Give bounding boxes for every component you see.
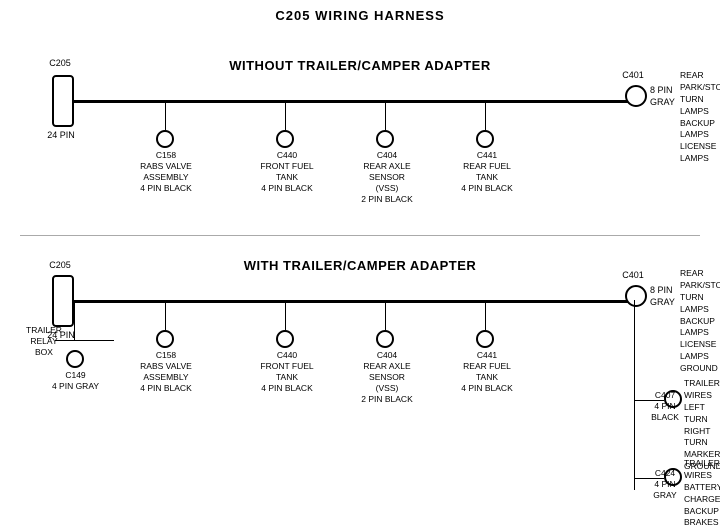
- c149-label: C1494 PIN GRAY: [48, 370, 103, 392]
- c441-top-vline: [485, 102, 486, 130]
- c158-top-label: C158RABS VALVEASSEMBLY4 PIN BLACK: [132, 150, 200, 194]
- c440-top-connector: [276, 130, 294, 148]
- c407-label: C4074 PINBLACK: [648, 390, 682, 423]
- top-section-label: WITHOUT TRAILER/CAMPER ADAPTER: [130, 58, 590, 73]
- c401-bottom-connector: [625, 285, 647, 307]
- c205-top-connector: [52, 75, 74, 127]
- c404-top-label: C404REAR AXLESENSOR(VSS)2 PIN BLACK: [353, 150, 421, 205]
- c441-top-label: C441REAR FUELTANK4 PIN BLACK: [454, 150, 520, 194]
- bottom-main-hline: [74, 300, 634, 303]
- c205-top-pin: 24 PIN: [38, 130, 84, 142]
- c404-top-connector: [376, 130, 394, 148]
- c440-bottom-vline: [285, 302, 286, 330]
- c441-bottom-label: C441REAR FUELTANK4 PIN BLACK: [454, 350, 520, 394]
- c404-bottom-connector: [376, 330, 394, 348]
- trailer-relay-label: TRAILERRELAYBOX: [16, 325, 72, 358]
- c404-bottom-vline: [385, 302, 386, 330]
- c401-top-connector: [625, 85, 647, 107]
- c205-bottom-label: C205: [40, 260, 80, 272]
- c158-bottom-connector: [156, 330, 174, 348]
- c149-hline2: [55, 340, 75, 341]
- c205-top-label: C205: [40, 58, 80, 70]
- c401-top-desc: REAR PARK/STOPTURN LAMPSBACKUP LAMPSLICE…: [680, 70, 720, 165]
- c149-hline: [74, 340, 114, 341]
- c404-top-vline: [385, 102, 386, 130]
- c441-top-connector: [476, 130, 494, 148]
- divider-line: [20, 235, 700, 236]
- c441-bottom-connector: [476, 330, 494, 348]
- c401-top-pin: 8 PINGRAY: [650, 85, 675, 108]
- c404-bottom-label: C404REAR AXLESENSOR(VSS)2 PIN BLACK: [353, 350, 421, 405]
- c440-top-label: C440FRONT FUELTANK4 PIN BLACK: [254, 150, 320, 194]
- bottom-section-label: WITH TRAILER/CAMPER ADAPTER: [130, 258, 590, 273]
- c401-top-label: C401: [618, 70, 648, 82]
- c440-top-vline: [285, 102, 286, 130]
- page-title: C205 WIRING HARNESS: [0, 0, 720, 23]
- c424-desc: TRAILER WIRESBATTERY CHARGEBACKUPBRAKES: [684, 458, 720, 529]
- c424-label: C4244 PINGRAY: [648, 468, 682, 501]
- c440-bottom-connector: [276, 330, 294, 348]
- c440-bottom-label: C440FRONT FUELTANK4 PIN BLACK: [254, 350, 320, 394]
- c149-vline: [74, 300, 75, 340]
- diagram-container: WITHOUT TRAILER/CAMPER ADAPTER C205 24 P…: [0, 30, 720, 517]
- c401-bottom-label: C401: [618, 270, 648, 282]
- top-main-hline: [74, 100, 634, 103]
- c205-bottom-connector: [52, 275, 74, 327]
- c158-bottom-vline: [165, 302, 166, 330]
- c441-bottom-vline: [485, 302, 486, 330]
- right-branch-vline: [634, 300, 635, 490]
- c401-bottom-pin: 8 PINGRAY: [650, 285, 675, 308]
- c158-top-vline: [165, 102, 166, 130]
- c158-bottom-label: C158RABS VALVEASSEMBLY4 PIN BLACK: [132, 350, 200, 394]
- c149-connector: [66, 350, 84, 368]
- c158-top-connector: [156, 130, 174, 148]
- c401-bottom-desc: REAR PARK/STOPTURN LAMPSBACKUP LAMPSLICE…: [680, 268, 720, 375]
